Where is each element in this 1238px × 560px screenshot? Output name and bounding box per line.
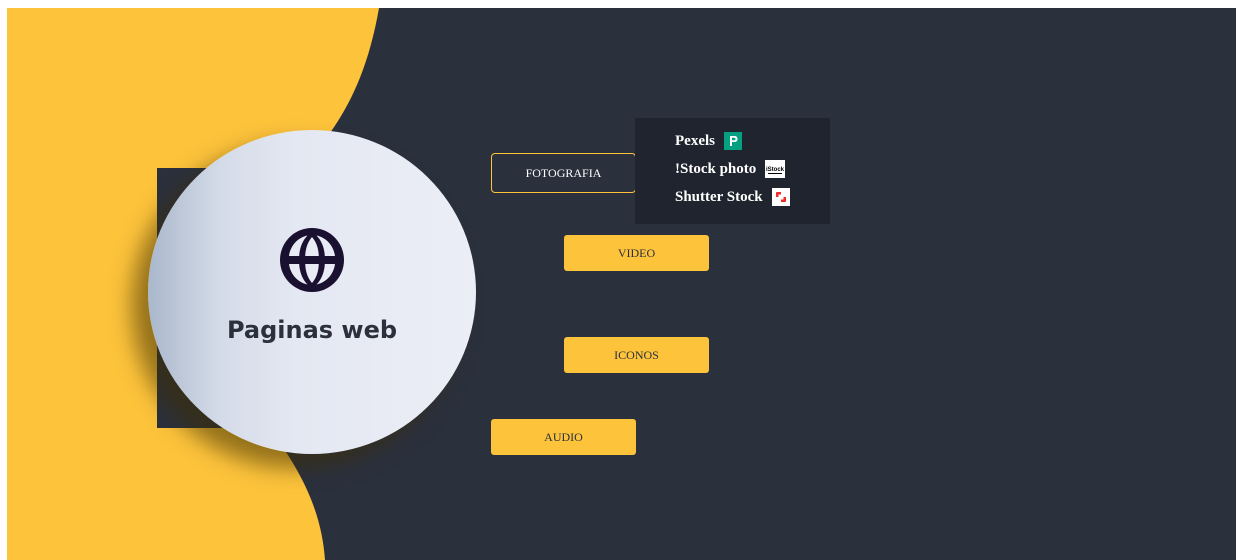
- fotografia-button[interactable]: FOTOGRAFIA: [491, 153, 636, 193]
- dropdown-item-label: Shutter Stock: [675, 188, 763, 205]
- dropdown-item-label: !Stock photo: [675, 160, 757, 177]
- dropdown-item-shutterstock[interactable]: Shutter Stock: [675, 183, 830, 211]
- shutterstock-logo-icon: [771, 188, 790, 206]
- istock-logo-icon: iStock: [765, 160, 786, 178]
- pexels-logo-icon: [723, 132, 742, 150]
- iconos-button[interactable]: ICONOS: [564, 337, 709, 373]
- hero-circle: Paginas web: [148, 130, 476, 454]
- globe-icon: [280, 228, 344, 292]
- page-canvas: Paginas web FOTOGRAFIA VIDEO ICONOS AUDI…: [7, 8, 1236, 560]
- page-title: Paginas web: [226, 316, 398, 344]
- fotografia-dropdown-menu: Pexels !Stock photo iStock Shutter Stock: [635, 118, 830, 224]
- dropdown-item-pexels[interactable]: Pexels: [675, 127, 830, 155]
- svg-text:iStock: iStock: [766, 167, 785, 173]
- dropdown-item-istock[interactable]: !Stock photo iStock: [675, 155, 830, 183]
- dropdown-item-label: Pexels: [675, 132, 715, 149]
- video-button[interactable]: VIDEO: [564, 235, 709, 271]
- audio-button[interactable]: AUDIO: [491, 419, 636, 455]
